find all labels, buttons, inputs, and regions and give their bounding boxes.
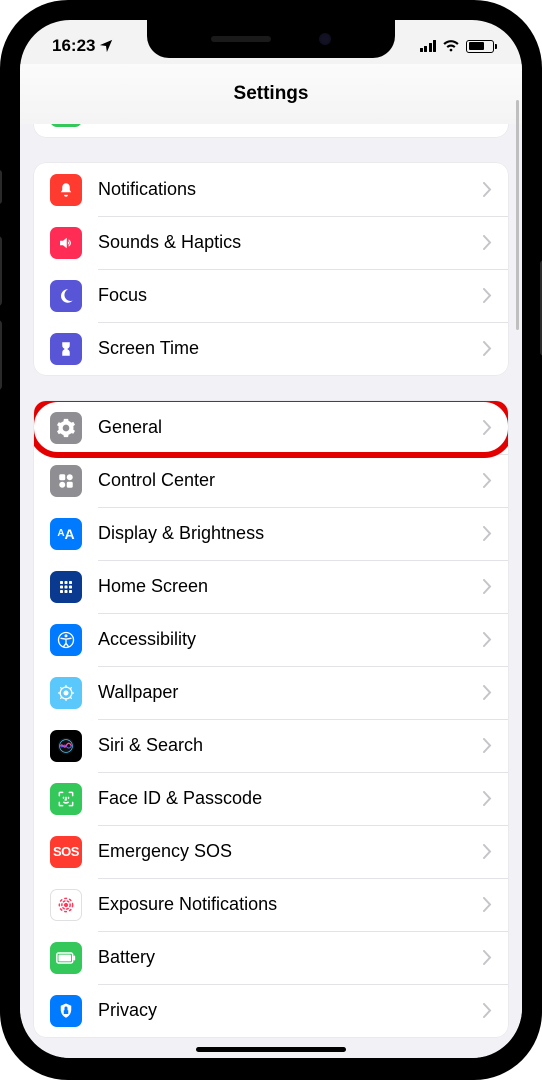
row-label: Siri & Search (98, 735, 483, 756)
location-icon (99, 39, 113, 53)
row-siri-search[interactable]: Siri & Search (34, 719, 508, 772)
hotspot-icon (50, 124, 82, 127)
chevron-right-icon (483, 897, 492, 912)
settings-list[interactable]: Personal Hotspot Off Notifications (20, 124, 522, 1058)
row-home-screen[interactable]: Home Screen (34, 560, 508, 613)
chevron-right-icon (483, 341, 492, 356)
speaker-grille (211, 36, 271, 42)
page-title: Settings (234, 83, 309, 105)
display-icon: AA (50, 518, 82, 550)
chevron-right-icon (483, 473, 492, 488)
privacy-icon (50, 995, 82, 1027)
row-label: Accessibility (98, 629, 483, 650)
home-screen-icon (50, 571, 82, 603)
face-id-icon (50, 783, 82, 815)
wallpaper-icon (50, 677, 82, 709)
chevron-right-icon (483, 685, 492, 700)
volume-up-button (0, 236, 2, 306)
phone-frame: 16:23 Settings (0, 0, 542, 1080)
chevron-right-icon (483, 738, 492, 753)
general-icon (50, 412, 82, 444)
chevron-right-icon (483, 632, 492, 647)
chevron-right-icon (483, 526, 492, 541)
focus-icon (50, 280, 82, 312)
chevron-right-icon (483, 235, 492, 250)
row-battery[interactable]: Battery (34, 931, 508, 984)
chevron-right-icon (483, 791, 492, 806)
row-wallpaper[interactable]: Wallpaper (34, 666, 508, 719)
row-privacy[interactable]: Privacy (34, 984, 508, 1037)
volume-down-button (0, 320, 2, 390)
row-label: Focus (98, 285, 483, 306)
row-label: Sounds & Haptics (98, 232, 483, 253)
chevron-right-icon (483, 844, 492, 859)
accessibility-icon (50, 624, 82, 656)
cellular-signal-icon (420, 40, 437, 52)
row-screen-time[interactable]: Screen Time (34, 322, 508, 375)
row-emergency-sos[interactable]: SOS Emergency SOS (34, 825, 508, 878)
mute-switch (0, 170, 2, 204)
row-label: General (98, 417, 483, 438)
exposure-icon (50, 889, 82, 921)
row-label: Battery (98, 947, 483, 968)
row-label: Privacy (98, 1000, 483, 1021)
row-label: Emergency SOS (98, 841, 483, 862)
row-label: Display & Brightness (98, 523, 483, 544)
row-sounds-haptics[interactable]: Sounds & Haptics (34, 216, 508, 269)
status-time: 16:23 (52, 36, 95, 56)
chevron-right-icon (483, 1003, 492, 1018)
home-indicator[interactable] (196, 1047, 346, 1052)
row-label: Home Screen (98, 576, 483, 597)
row-control-center[interactable]: Control Center (34, 454, 508, 507)
notch (147, 20, 395, 58)
battery-icon (466, 40, 494, 53)
siri-icon (50, 730, 82, 762)
row-accessibility[interactable]: Accessibility (34, 613, 508, 666)
row-display-brightness[interactable]: AA Display & Brightness (34, 507, 508, 560)
front-camera (319, 33, 331, 45)
sos-icon: SOS (50, 836, 82, 868)
row-general[interactable]: General (34, 401, 508, 454)
chevron-right-icon (483, 950, 492, 965)
row-label: Wallpaper (98, 682, 483, 703)
chevron-right-icon (483, 579, 492, 594)
row-focus[interactable]: Focus (34, 269, 508, 322)
chevron-right-icon (483, 288, 492, 303)
screen: 16:23 Settings (20, 20, 522, 1058)
settings-group-connectivity: Personal Hotspot Off (34, 124, 508, 137)
row-label: Exposure Notifications (98, 894, 483, 915)
row-notifications[interactable]: Notifications (34, 163, 508, 216)
chevron-right-icon (483, 182, 492, 197)
row-face-id[interactable]: Face ID & Passcode (34, 772, 508, 825)
nav-header: Settings (20, 64, 522, 124)
wifi-icon (442, 39, 460, 53)
battery-icon (50, 942, 82, 974)
settings-group-system: General Control Center AA Display & Brig… (34, 401, 508, 1037)
settings-group-notifications: Notifications Sounds & Haptics (34, 163, 508, 375)
row-label: Face ID & Passcode (98, 788, 483, 809)
control-center-icon (50, 465, 82, 497)
row-label: Screen Time (98, 338, 483, 359)
row-exposure-notifications[interactable]: Exposure Notifications (34, 878, 508, 931)
screen-time-icon (50, 333, 82, 365)
chevron-right-icon (483, 420, 492, 435)
phone-bezel: 16:23 Settings (16, 16, 526, 1062)
row-personal-hotspot[interactable]: Personal Hotspot Off (34, 124, 508, 137)
scroll-indicator[interactable] (516, 100, 519, 330)
notifications-icon (50, 174, 82, 206)
sounds-icon (50, 227, 82, 259)
row-label: Notifications (98, 179, 483, 200)
row-label: Control Center (98, 470, 483, 491)
